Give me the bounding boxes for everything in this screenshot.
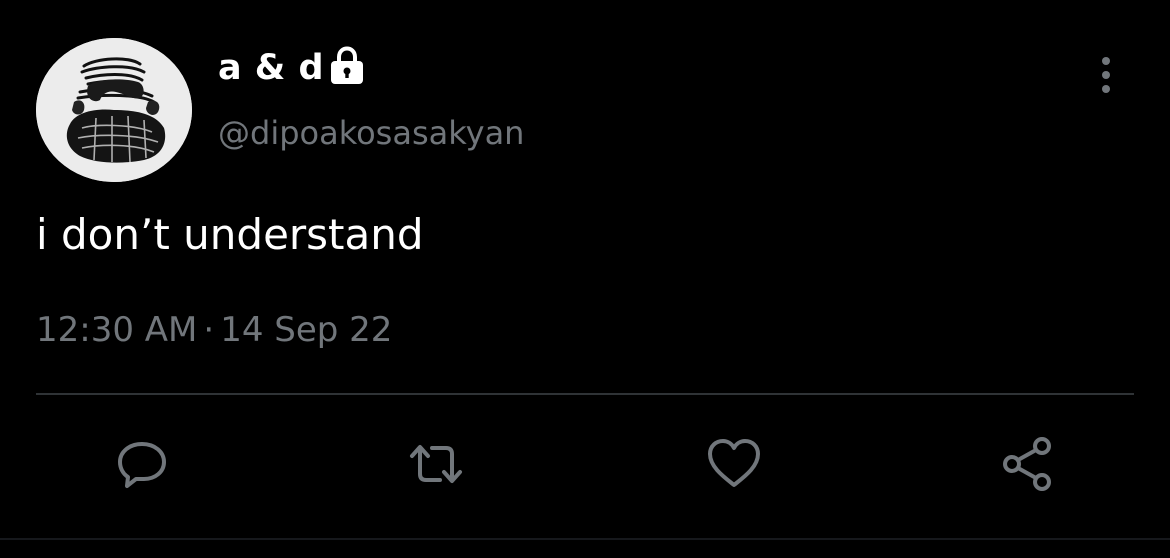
avatar[interactable] [36, 38, 192, 182]
lock-icon [328, 46, 366, 86]
heart-icon [708, 439, 760, 487]
tweet-text: i don’t understand [36, 210, 424, 259]
reply-icon [118, 442, 166, 488]
display-name-row[interactable]: a & d [218, 44, 366, 92]
display-name[interactable]: a & d [218, 48, 324, 88]
reply-button[interactable] [110, 432, 174, 496]
tweet-meta: 12:30 AM · 14 Sep 22 [36, 310, 392, 350]
like-button[interactable] [702, 432, 766, 496]
avatar-image [36, 38, 192, 182]
more-vertical-icon[interactable] [1094, 54, 1118, 96]
share-icon [1003, 437, 1051, 491]
tweet-time[interactable]: 12:30 AM [36, 310, 197, 350]
tweet: a & d @dipoakosasakyan i don’t understan… [0, 0, 1170, 558]
share-button[interactable] [996, 432, 1060, 496]
retweet-button[interactable] [404, 432, 468, 496]
author-handle[interactable]: @dipoakosasakyan [218, 114, 524, 152]
meta-separator: · [203, 310, 215, 350]
tweet-date[interactable]: 14 Sep 22 [220, 310, 392, 350]
bottom-divider [0, 538, 1170, 540]
retweet-icon [410, 445, 462, 483]
divider [36, 393, 1134, 395]
